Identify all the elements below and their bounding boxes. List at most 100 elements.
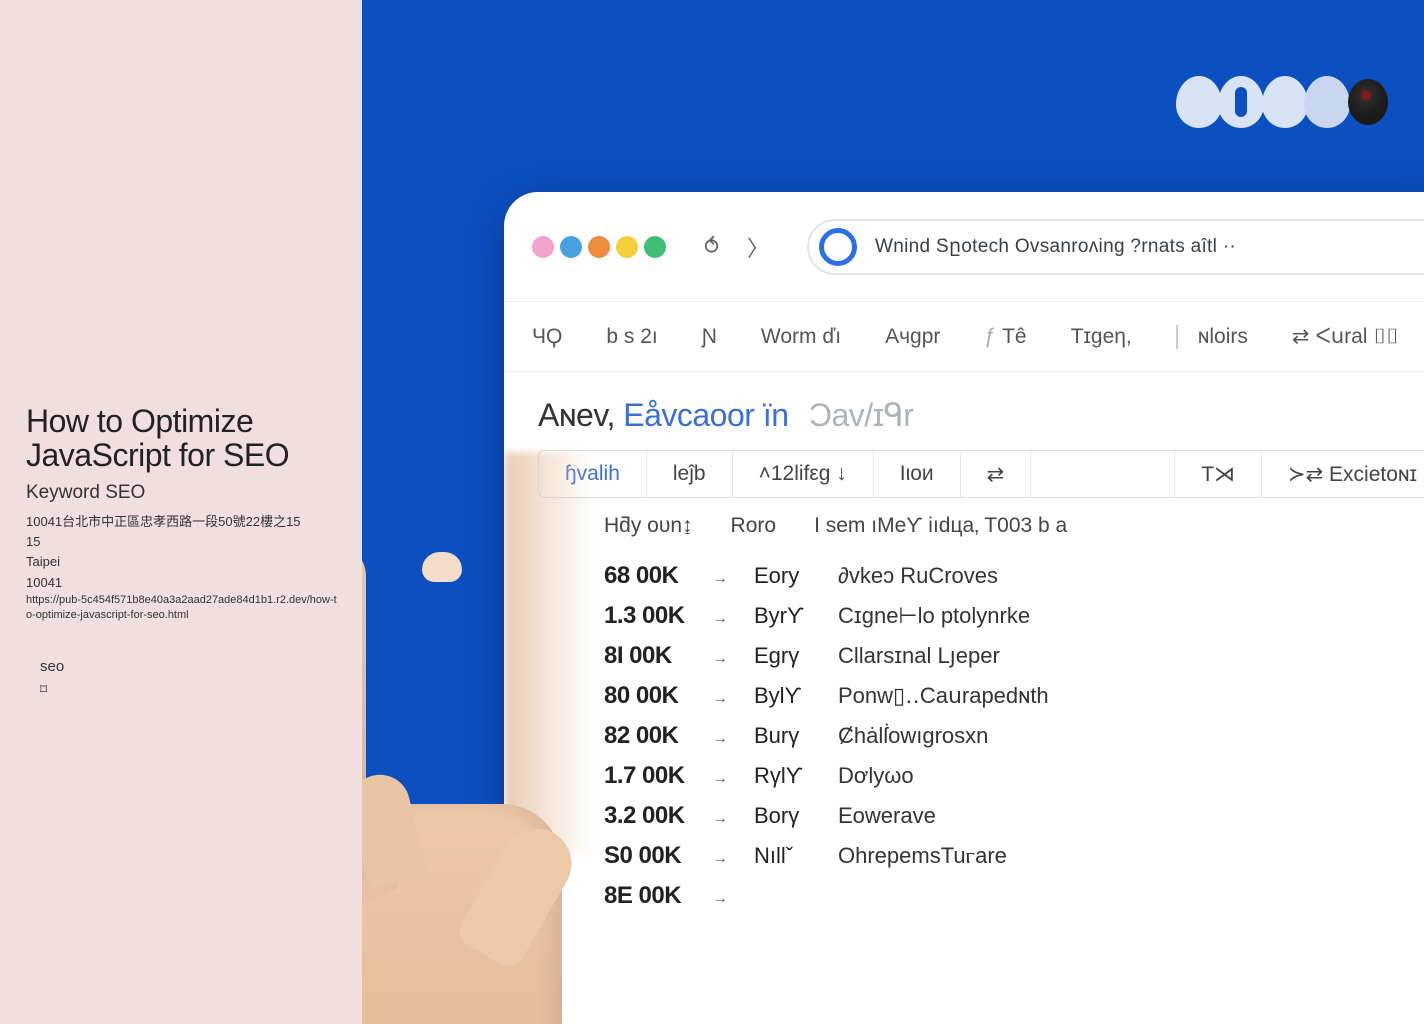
traffic-green[interactable]	[644, 236, 666, 258]
metric-value: S0 00K	[604, 842, 702, 870]
bubble-berry	[1348, 79, 1388, 125]
subrow-b[interactable]: Roro	[731, 514, 777, 538]
filter-0[interactable]: ɧvаlih	[539, 451, 647, 497]
arrow-icon: →	[712, 890, 728, 908]
tab-3[interactable]: Worm ďı	[761, 325, 841, 349]
arrow-icon: →	[712, 690, 728, 708]
title-label: ∂vkeɔ RuCroves	[838, 563, 998, 589]
list-item[interactable]: 8E 00K →	[604, 876, 1424, 916]
arrow-icon: →	[712, 810, 728, 828]
filter-bar: ɧvаlih leĵb ˄12lifεg ↓ Iιoᴎ ⇄ T⋊ ≻⇄ Exci…	[538, 450, 1424, 498]
arrow-icon: →	[712, 850, 728, 868]
page-subhead: Keyword SEO	[26, 482, 338, 504]
seo-tag: seo	[40, 658, 338, 675]
address-line: 10041台北市中正區忠孝西路一段50號22樓之15	[26, 512, 338, 532]
metric-value: 3.2 00K	[604, 802, 702, 830]
list-item[interactable]: 1.3 00K → Byrϒ Cɪɡne⊢lo ptolynrke	[604, 596, 1424, 636]
tab-0[interactable]: ЧϘ	[532, 325, 562, 349]
page-title: How to Optimize JavaScript for SEO	[26, 405, 338, 472]
subrow-c: I sem ıMeϒ iıdцa‚ T003 b a	[814, 514, 1067, 538]
subrow-a[interactable]: Hƌy oᴜn↨	[604, 514, 693, 538]
postal: 10041	[26, 573, 338, 593]
reload-icon[interactable]: ⥀	[694, 228, 729, 266]
bubble-logo	[1180, 76, 1388, 128]
title-label: OhrepemsTuⲅare	[838, 843, 1007, 869]
author-label: Borγ	[754, 803, 820, 829]
arrow-icon: →	[712, 650, 728, 668]
metric-value: 80 00K	[604, 682, 702, 710]
bubble-4	[1304, 76, 1350, 128]
list-item[interactable]: 3.2 00K → Borγ Eowerave	[604, 796, 1424, 836]
metric-value: 1.3 00K	[604, 602, 702, 630]
filter-4[interactable]: ⇄	[961, 451, 1032, 497]
address-text: Wnind Sըotech Ovsаnroʌing ?rnats aîtl ··	[875, 235, 1236, 258]
author-label: Rγlϒ	[754, 763, 820, 789]
crumb-suffix: Ɔаv/ɪᑫr	[809, 397, 913, 433]
author-label: Eory	[754, 563, 820, 589]
qr-icon: ⌑	[40, 681, 338, 698]
window-traffic-lights[interactable]	[532, 236, 666, 258]
hero-area: ⥀ 〉 Wnind Sըotech Ovsаnroʌing ?rnats aît…	[362, 0, 1424, 1024]
arrow-icon: →	[712, 570, 728, 588]
metric-value: 1.7 00K	[604, 762, 702, 790]
list-item[interactable]: 8I 00K → Egrγ Cllarsɪnal Lյeper	[604, 636, 1424, 676]
tab-8[interactable]: ⇄ ᐸսral ⌷⌷	[1292, 324, 1399, 349]
results-list: 68 00K → Eory ∂vkeɔ RuCroves 1.3 00K → B…	[504, 556, 1424, 916]
city-line: 15	[26, 532, 338, 552]
tab-6[interactable]: Tɪgeη,	[1071, 325, 1132, 349]
filter-3[interactable]: Iιoᴎ	[874, 451, 961, 497]
list-item[interactable]: 82 00K → Burγ Ȼhȧlẛowıgrosхn	[604, 716, 1424, 756]
title-label: Ponw▯‥Caսrapedɴth	[838, 683, 1049, 709]
bubble-1	[1176, 76, 1222, 128]
filter-1[interactable]: leĵb	[647, 451, 733, 497]
list-item[interactable]: S0 00K → Nıllˇ OhrepemsTuⲅare	[604, 836, 1424, 876]
metric-value: 68 00K	[604, 562, 702, 590]
tab-5[interactable]: ƒ Tê	[984, 325, 1026, 349]
author-label: Burγ	[754, 723, 820, 749]
title-label: Cllarsɪnal Lյeper	[838, 643, 1000, 669]
title-label: Ȼhȧlẛowıgrosхn	[838, 723, 988, 749]
list-item[interactable]: 1.7 00K → Rγlϒ Dơlyωo	[604, 756, 1424, 796]
bubble-2	[1218, 76, 1264, 128]
title-label: Dơlyωo	[838, 763, 914, 789]
sub-header-row: Hƌy oᴜn↨ Roro I sem ıMeϒ iıdцa‚ T003 b a	[504, 498, 1424, 556]
city: Taipei	[26, 552, 338, 572]
filter-2[interactable]: ˄12lifεg ↓	[733, 451, 874, 497]
list-item[interactable]: 80 00K → Bylϒ Ponw▯‥Caսrapedɴth	[604, 676, 1424, 716]
author-label: Egrγ	[754, 643, 820, 669]
crumb-current: Eåvcaoor ïn	[623, 397, 788, 433]
arrow-icon: →	[712, 730, 728, 748]
tab-4[interactable]: Aчgpr	[885, 325, 940, 349]
titlebar: ⥀ 〉 Wnind Sըotech Ovsаnroʌing ?rnats aît…	[504, 192, 1424, 302]
author-label: Nıllˇ	[754, 843, 820, 869]
crumb-prefix: Aɴev,	[538, 397, 615, 433]
category-tabs: ЧϘ b s 2ı Ɲ Worm ďı Aчgpr ƒ Tê Tɪgeη, ɴl…	[504, 302, 1424, 372]
metric-value: 82 00K	[604, 722, 702, 750]
address-bar[interactable]: Wnind Sըotech Ovsаnroʌing ?rnats aîtl ··	[807, 219, 1424, 275]
author-label: Bylϒ	[754, 683, 820, 709]
canonical-url: https://pub-5c454f571b8e40a3a2aad27ade84…	[26, 593, 338, 624]
metric-value: 8I 00K	[604, 642, 702, 670]
filter-5[interactable]: T⋊	[1175, 451, 1262, 497]
browser-window: ⥀ 〉 Wnind Sըotech Ovsаnroʌing ?rnats aît…	[504, 192, 1424, 1024]
traffic-blue[interactable]	[560, 236, 582, 258]
author-label: Byrϒ	[754, 603, 820, 629]
filter-6[interactable]: ≻⇄ Excietoɴɪ	[1262, 451, 1424, 497]
tab-1[interactable]: b s 2ı	[606, 325, 657, 349]
traffic-orange[interactable]	[588, 236, 610, 258]
title-label: Eowerave	[838, 803, 936, 829]
tab-2[interactable]: Ɲ	[702, 325, 717, 349]
metric-value: 8E 00K	[604, 882, 702, 910]
list-item[interactable]: 68 00K → Eory ∂vkeɔ RuCroves	[604, 556, 1424, 596]
traffic-yellow[interactable]	[616, 236, 638, 258]
traffic-pink[interactable]	[532, 236, 554, 258]
arrow-icon: →	[712, 770, 728, 788]
breadcrumb: Aɴev, Eåvcaoor ïn Ɔаv/ɪᑫr	[504, 372, 1424, 450]
left-panel: How to Optimize JavaScript for SEO Keywo…	[0, 0, 362, 1024]
arrow-icon: →	[712, 610, 728, 628]
search-loading-icon	[819, 228, 857, 266]
bubble-3	[1262, 76, 1308, 128]
tab-7[interactable]: ɴloirs	[1176, 325, 1248, 349]
title-label: Cɪɡne⊢lo ptolynrke	[838, 603, 1030, 629]
forward-icon[interactable]: 〉	[737, 225, 779, 269]
